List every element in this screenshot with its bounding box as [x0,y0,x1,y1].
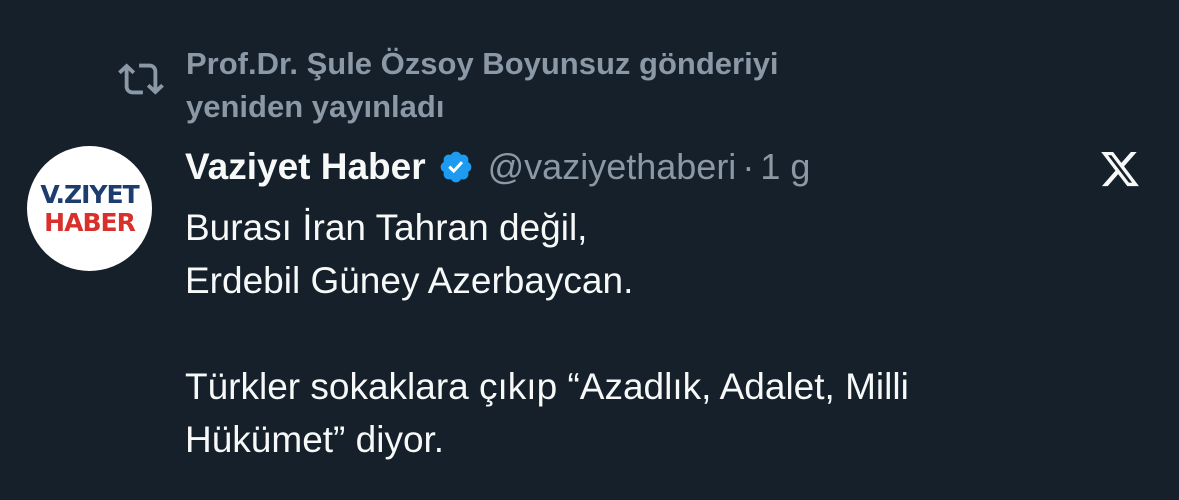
tweet-header: Vaziyet Haber @vaziyethaberi · 1 g [185,142,810,192]
repost-text-line1: Prof.Dr. Şule Özsoy Boyunsuz gönderiyi [186,46,779,81]
tweet-text-line: Türkler sokaklara çıkıp “Azadlık, Adalet… [185,366,909,407]
tweet-text: Burası İran Tahran değil, Erdebil Güney … [185,201,1145,466]
avatar-logo-line2: HABER [44,207,136,237]
verified-badge-icon [440,151,472,183]
repost-text[interactable]: Prof.Dr. Şule Özsoy Boyunsuz gönderiyi y… [186,42,779,128]
avatar[interactable]: V.ZIYET HABER [27,146,152,271]
separator-dot: · [742,146,755,187]
author-handle[interactable]: @vaziyethaberi [488,146,737,188]
x-logo-icon[interactable] [1098,148,1142,190]
timestamp[interactable]: 1 g [760,146,810,188]
avatar-logo-line1: V.ZIYET [40,179,139,209]
repost-text-line2: yeniden yayınladı [186,89,445,124]
tweet-text-line: Burası İran Tahran değil, [185,207,588,248]
tweet-text-line: Hükümet” diyor. [185,419,445,460]
tweet-text-line [185,307,1145,360]
repost-icon [118,63,164,95]
repost-indicator[interactable]: Prof.Dr. Şule Özsoy Boyunsuz gönderiyi y… [118,42,938,128]
author-name[interactable]: Vaziyet Haber [185,146,426,188]
tweet-text-line: Erdebil Güney Azerbaycan. [185,260,634,301]
